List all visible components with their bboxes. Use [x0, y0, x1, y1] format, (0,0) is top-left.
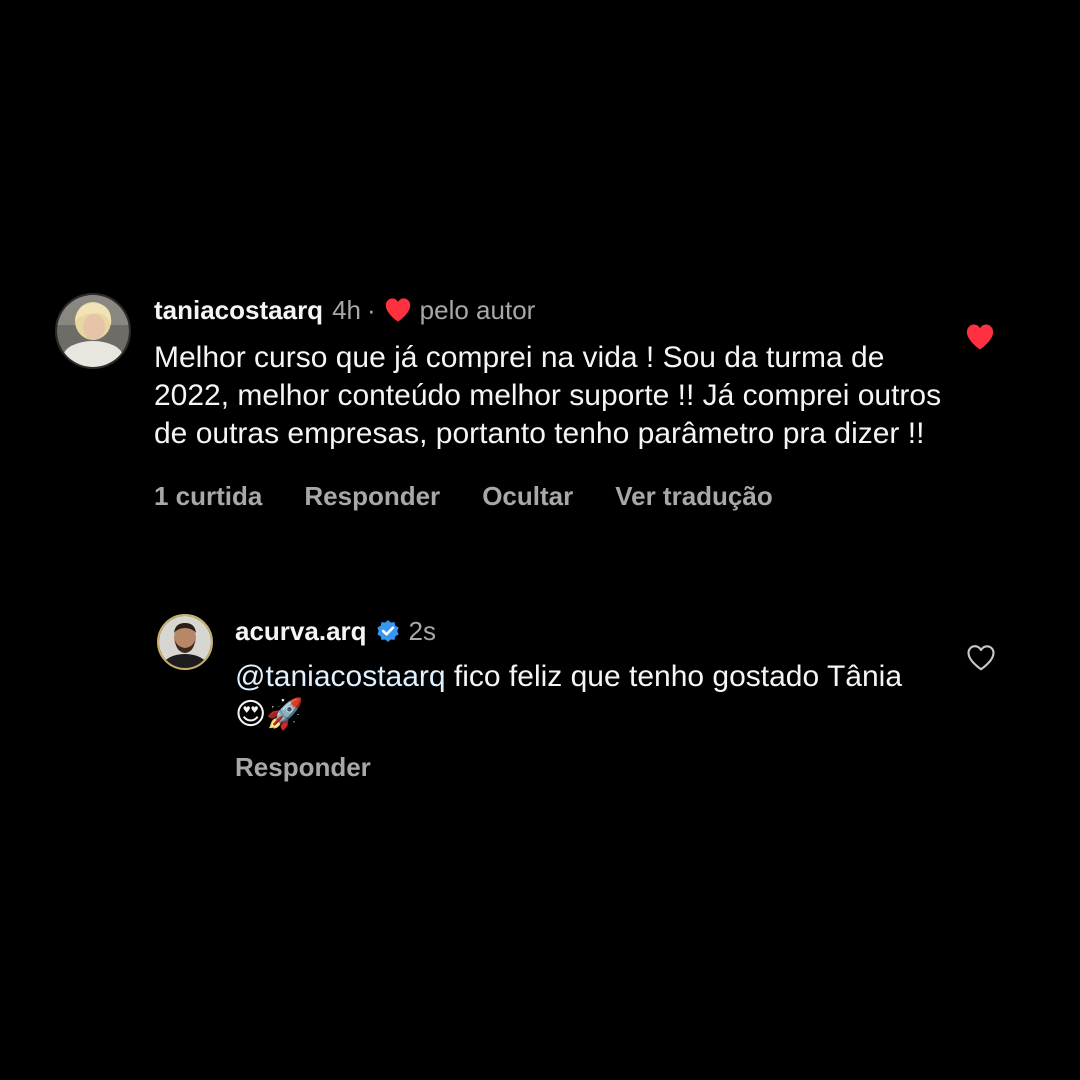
heart-filled-icon[interactable]	[965, 323, 995, 351]
reply-button[interactable]: Responder	[235, 752, 371, 783]
username[interactable]: taniacostaarq	[154, 293, 323, 327]
comment-body: acurva.arq 2s @taniacostaarq fico feliz …	[235, 614, 935, 783]
reply-comment: acurva.arq 2s @taniacostaarq fico feliz …	[157, 614, 1017, 794]
username[interactable]: acurva.arq	[235, 614, 367, 648]
comment: taniacostaarq 4h · pelo autor Melhor cur…	[55, 293, 1015, 553]
comment-text-body: fico feliz que tenho gostado Tânia	[445, 660, 903, 693]
liked-by-author-label: pelo autor	[419, 295, 536, 325]
verified-badge-icon	[376, 620, 399, 642]
hide-button[interactable]: Ocultar	[482, 481, 573, 512]
timestamp: 4h	[332, 295, 361, 325]
comment-header: acurva.arq 2s	[235, 614, 935, 648]
translate-button[interactable]: Ver tradução	[615, 481, 773, 512]
profile-photo-man-icon	[159, 616, 211, 668]
profile-photo-woman-icon	[57, 295, 129, 367]
timestamp: 2s	[408, 616, 436, 646]
comment-actions: 1 curtida Responder Ocultar Ver tradução	[154, 481, 944, 512]
comment-text: @taniacostaarq fico feliz que tenho gost…	[235, 658, 935, 734]
reply-button[interactable]: Responder	[304, 481, 440, 512]
heart-filled-icon	[385, 298, 410, 322]
avatar[interactable]	[157, 614, 213, 670]
comment-actions: Responder	[235, 752, 935, 783]
comment-header: taniacostaarq 4h · pelo autor	[154, 293, 944, 327]
comment-body: taniacostaarq 4h · pelo autor Melhor cur…	[154, 293, 944, 512]
avatar[interactable]	[55, 293, 131, 369]
mention-link[interactable]: @taniacostaarq	[235, 660, 446, 693]
heart-outline-icon[interactable]	[966, 644, 996, 672]
emoji-heart-eyes-rocket: 😍🚀	[235, 697, 304, 732]
comment-text: Melhor curso que já comprei na vida ! So…	[154, 341, 942, 450]
likes-count-button[interactable]: 1 curtida	[154, 481, 262, 512]
separator: ·	[367, 295, 376, 325]
